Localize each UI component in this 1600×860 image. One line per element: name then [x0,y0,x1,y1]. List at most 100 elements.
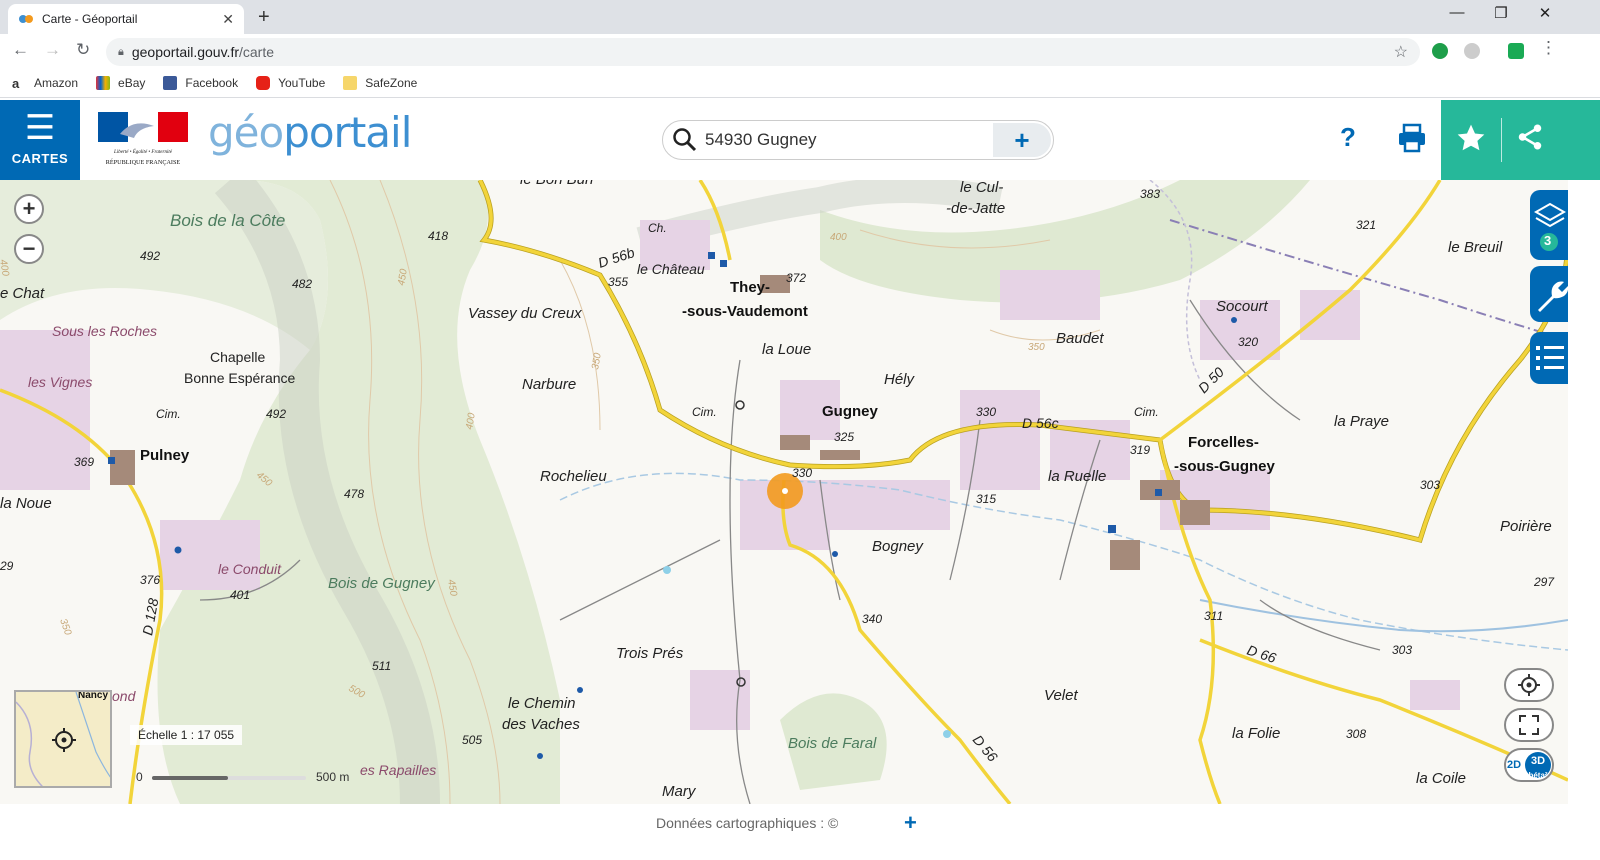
list-icon [1536,346,1564,370]
svg-text:350: 350 [590,352,604,371]
maximize-icon[interactable]: ❐ [1478,4,1524,22]
star-favorites-icon[interactable] [1455,122,1487,154]
town-gugney: Gugney [822,403,878,420]
drive-extension-icon[interactable] [1464,43,1480,59]
lock-icon: 🔒︎ [118,45,124,58]
advanced-search-plus-button[interactable]: + [993,123,1051,157]
place-trois-pres: Trois Prés [616,645,684,662]
expand-icon [1519,715,1539,735]
svg-text:369: 369 [74,455,94,469]
place-narbure: Narbure [522,376,576,393]
place-la-loue: la Loue [762,341,811,358]
adblock-extension-icon[interactable] [1432,43,1448,59]
mode-3d: 3D béta² [1525,752,1552,780]
place-baudet: Baudet [1056,330,1104,347]
layer-count-badge: 3 [1544,233,1552,248]
minimap-town-nancy: Nancy [78,690,109,701]
place-hely: Hély [884,371,916,388]
zoom-in-button[interactable]: + [14,194,44,224]
share-icon[interactable] [1515,122,1545,152]
zoom-out-button[interactable]: − [14,234,44,264]
town-vaudemont: -sous-Vaudemont [682,303,808,320]
browser-menu-icon[interactable]: ⋮ [1540,38,1557,58]
map-credits: Données cartographiques : © [656,815,839,831]
bookmark-star-icon[interactable]: ☆ [1394,42,1408,62]
print-icon[interactable] [1396,122,1428,154]
wrench-icon [1538,281,1568,312]
place-le-conduit: le Conduit [218,561,282,577]
search-icon[interactable] [671,126,699,154]
place-vassey: Vassey du Creux [468,305,582,322]
youtube-icon [256,75,271,90]
town-sous-gugney: -sous-Gugney [1174,458,1275,475]
forest-label-gugney: Bois de Gugney [328,575,436,592]
bookmark-safezone[interactable]: SafeZone [343,75,417,90]
amazon-icon: a [12,75,20,91]
svg-text:330: 330 [792,466,812,480]
svg-text:340: 340 [862,612,882,626]
credits-expand-button[interactable]: + [904,810,917,836]
svg-text:297: 297 [1533,575,1555,589]
place-cim-forcelles: Cim. [1134,405,1159,419]
place-le-breuil: le Breuil [1448,239,1503,256]
legend-panel-tab[interactable] [1530,332,1568,384]
overview-minimap[interactable]: Nancy [14,690,112,788]
place-socourt: Socourt [1216,298,1269,315]
republique-francaise-logo: Liberté • Égalité • Fraternité RÉPUBLIQU… [98,112,188,166]
browser-tab[interactable]: Carte - Géoportail ✕ [8,4,244,34]
geoportail-logo[interactable]: géoportail [208,108,412,157]
svg-text:383: 383 [1140,187,1160,201]
place-de-jatte: -de-Jatte [946,200,1005,217]
shield-extension-icon[interactable] [1508,43,1524,59]
close-tab-icon[interactable]: ✕ [222,11,234,28]
close-window-icon[interactable]: ✕ [1522,4,1568,22]
reload-icon[interactable]: ↻ [76,40,90,60]
new-tab-icon[interactable]: + [258,6,270,29]
bookmark-ebay[interactable]: eBay [96,75,145,90]
svg-text:418: 418 [428,229,448,243]
cartes-menu-button[interactable]: ☰ CARTES [0,100,80,180]
address-bar[interactable]: 🔒︎ geoportail.gouv.fr/carte ☆ [106,38,1420,66]
place-poiriere: Poirière [1500,518,1552,535]
favorites-share-panel [1441,100,1600,180]
svg-text:355: 355 [608,275,628,289]
fullscreen-button[interactable] [1504,708,1554,742]
2d-3d-toggle[interactable]: 2D 3D béta² [1504,748,1554,782]
svg-text:492: 492 [140,249,160,263]
road-label-d56b: D 56b [596,244,637,271]
road-label-d56c: D 56c [1022,415,1059,431]
search-input[interactable] [705,130,985,150]
bookmark-facebook[interactable]: Facebook [163,75,238,90]
place-bon-bun: le Bon Bun [520,180,593,188]
minimize-icon[interactable]: — [1434,4,1480,21]
place-la-folie: la Folie [1232,725,1280,742]
bookmark-amazon[interactable]: a Amazon [12,75,78,91]
help-button[interactable]: ? [1340,122,1356,153]
back-icon[interactable]: ← [12,40,29,60]
geoportail-header: ☰ CARTES Liberté • Égalité • Fraternité … [0,100,1600,180]
svg-text:400: 400 [464,412,478,431]
place-des-vaches: des Vaches [502,716,580,733]
place-ch: Ch. [648,221,667,235]
search-box: + [662,120,1054,160]
geolocate-button[interactable] [1504,668,1554,702]
layers-panel-tab[interactable]: 3 [1530,190,1568,260]
river [1199,599,1568,633]
forward-icon[interactable]: → [44,40,61,60]
svg-text:321: 321 [1356,218,1376,232]
svg-text:511: 511 [372,659,391,673]
bookmark-youtube[interactable]: YouTube [256,75,325,90]
place-la-noue: la Noue [0,495,52,512]
minimap-graphic [16,692,110,786]
map-canvas[interactable]: They- -sous-Vaudemont Gugney Pulney Forc… [0,180,1568,804]
tools-panel-tab[interactable] [1530,266,1568,322]
mode-2d: 2D [1506,759,1522,771]
place-rochelieu: Rochelieu [540,468,607,485]
town-forcelles: Forcelles- [1188,434,1259,451]
place-chateau: le Château [637,261,705,277]
svg-text:505: 505 [462,733,482,747]
svg-text:320: 320 [1238,335,1258,349]
svg-text:315: 315 [976,492,996,506]
place-bonne-esperance: Bonne Espérance [184,370,296,386]
place-rapailles: es Rapailles [360,762,436,778]
